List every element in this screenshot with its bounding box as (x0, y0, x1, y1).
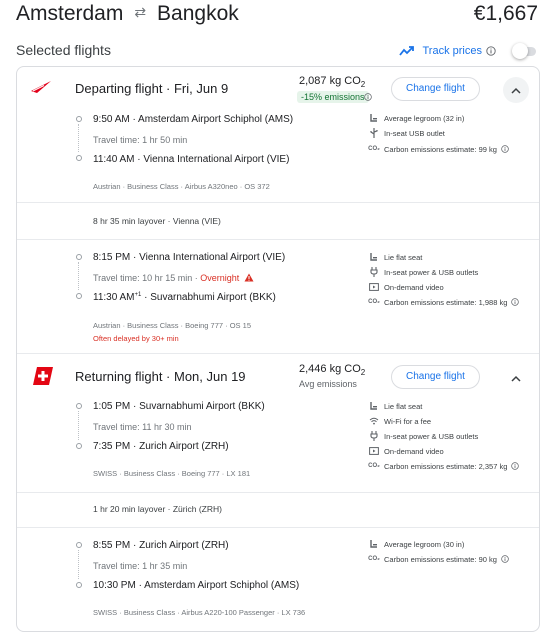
amenity-carbon: CO₂ Carbon emissions estimate: 1,988 kg (368, 297, 520, 307)
header: Amsterdam ⇄ Bangkok €1,667 (16, 2, 538, 30)
amenity-power: In-seat power & USB outlets (369, 431, 478, 441)
power-plug-icon (369, 267, 379, 277)
amenity-carbon: CO₂ Carbon emissions estimate: 90 kg (368, 554, 509, 564)
seat-icon (369, 113, 379, 123)
route-line (78, 550, 79, 579)
carbon-info-icon[interactable] (511, 298, 520, 306)
warning-icon (244, 273, 254, 282)
divider (17, 492, 539, 493)
returning-flight-title: Returning flight · Mon, Jun 19 (75, 369, 246, 384)
track-prices[interactable]: Track prices (398, 42, 539, 60)
arrival-row: 11:30 AM+1 · Suvarnabhumi Airport (BKK) (93, 292, 276, 303)
divider (17, 239, 539, 240)
selected-flights-title: Selected flights (16, 42, 111, 58)
arrival-row: 10:30 PM · Amsterdam Airport Schiphol (A… (93, 580, 300, 591)
co2-icon: CO₂ (368, 556, 380, 562)
co2-icon: CO₂ (368, 299, 380, 305)
travel-time: Travel time: 1 hr 35 min (93, 561, 188, 571)
amenity-lie-flat: Lie flat seat (369, 401, 422, 411)
co2-icon: CO₂ (368, 463, 380, 469)
chevron-up-icon (511, 87, 521, 94)
divider (17, 353, 539, 354)
chevron-up-icon (511, 375, 521, 382)
austrian-airlines-logo-icon (31, 81, 51, 93)
departure-row: 8:15 PM · Vienna International Airport (… (93, 252, 286, 263)
arrive-circle-icon (76, 443, 82, 449)
route-title: Amsterdam ⇄ Bangkok (16, 2, 239, 26)
flight-meta: SWISS · Business Class · Boeing 777 · LX… (93, 469, 251, 478)
route-line (78, 411, 79, 440)
amenity-wifi: Wi-Fi for a fee (369, 416, 431, 426)
route-line (78, 124, 79, 152)
amenity-power: In-seat power & USB outlets (369, 267, 478, 277)
travel-time: Travel time: 11 hr 30 min (93, 422, 192, 432)
avg-emissions-label: Avg emissions (299, 379, 357, 389)
video-icon (369, 282, 379, 292)
departure-row: 8:55 PM · Zurich Airport (ZRH) (93, 540, 229, 551)
amenity-video: On-demand video (369, 446, 444, 456)
divider (17, 202, 539, 203)
amenity-usb: In-seat USB outlet (369, 128, 445, 138)
seat-icon (369, 252, 379, 262)
amenity-legroom: Average legroom (30 in) (369, 539, 464, 549)
collapse-returning-button[interactable] (503, 365, 529, 391)
change-departing-flight-button[interactable]: Change flight (391, 77, 480, 101)
track-prices-label[interactable]: Track prices (423, 45, 483, 57)
amenity-carbon: CO₂ Carbon emissions estimate: 99 kg (368, 144, 509, 154)
change-returning-flight-button[interactable]: Change flight (391, 365, 480, 389)
origin-city: Amsterdam (16, 2, 124, 25)
info-icon[interactable] (486, 46, 496, 56)
flight-meta: Austrian · Business Class · Boeing 777 ·… (93, 321, 251, 330)
wifi-icon (369, 416, 379, 426)
divider (17, 527, 539, 528)
amenity-carbon: CO₂ Carbon emissions estimate: 2,357 kg (368, 461, 520, 471)
travel-time-row: Travel time: 10 hr 15 min · Overnight (93, 273, 254, 283)
trend-chart-icon (398, 46, 414, 56)
amenity-video: On-demand video (369, 282, 444, 292)
co2-icon: CO₂ (368, 146, 380, 152)
round-trip-arrows-icon: ⇄ (134, 4, 147, 20)
depart-circle-icon (76, 116, 82, 122)
arrive-circle-icon (76, 293, 82, 299)
total-price: €1,667 (473, 2, 538, 25)
departing-co2: 2,087 kg CO2 (299, 75, 366, 90)
video-icon (369, 446, 379, 456)
arrival-row: 7:35 PM · Zurich Airport (ZRH) (93, 441, 229, 452)
depart-circle-icon (76, 542, 82, 548)
emissions-badge: -15% emissions (297, 91, 369, 103)
flight-meta: SWISS · Business Class · Airbus A220-100… (93, 608, 306, 617)
selected-flights-card: Departing flight · Fri, Jun 9 2,087 kg C… (16, 66, 540, 632)
arrive-circle-icon (76, 582, 82, 588)
departure-row: 9:50 AM · Amsterdam Airport Schiphol (AM… (93, 114, 294, 125)
departing-flight-title: Departing flight · Fri, Jun 9 (75, 81, 229, 96)
departure-row: 1:05 PM · Suvarnabhumi Airport (BKK) (93, 401, 265, 412)
depart-circle-icon (76, 254, 82, 260)
layover-info: 1 hr 20 min layover · Zürich (ZRH) (93, 504, 222, 514)
amenity-lie-flat: Lie flat seat (369, 252, 422, 262)
carbon-info-icon[interactable] (501, 145, 509, 153)
seat-icon (369, 539, 379, 549)
delay-warning: Often delayed by 30+ min (93, 334, 179, 343)
arrive-circle-icon (76, 155, 82, 161)
arrival-row: 11:40 AM · Vienna International Airport … (93, 154, 290, 165)
amenity-legroom: Average legroom (32 in) (369, 113, 464, 123)
returning-co2: 2,446 kg CO2 (299, 363, 366, 378)
carbon-info-icon[interactable] (511, 462, 520, 470)
route-line (78, 262, 79, 290)
toggle-knob (512, 43, 528, 59)
destination-city: Bangkok (157, 2, 239, 25)
emissions-info-icon[interactable] (364, 93, 372, 101)
usb-icon (369, 128, 379, 138)
carbon-info-icon[interactable] (501, 555, 509, 563)
seat-icon (369, 401, 379, 411)
track-prices-toggle[interactable] (512, 43, 538, 59)
swiss-airlines-logo-icon (33, 367, 53, 385)
power-plug-icon (369, 431, 379, 441)
overnight-label: Overnight (200, 273, 240, 283)
depart-circle-icon (76, 403, 82, 409)
layover-info: 8 hr 35 min layover · Vienna (VIE) (93, 216, 221, 226)
flight-meta: Austrian · Business Class · Airbus A320n… (93, 182, 270, 191)
travel-time: Travel time: 1 hr 50 min (93, 135, 188, 145)
collapse-departing-button[interactable] (503, 77, 529, 103)
